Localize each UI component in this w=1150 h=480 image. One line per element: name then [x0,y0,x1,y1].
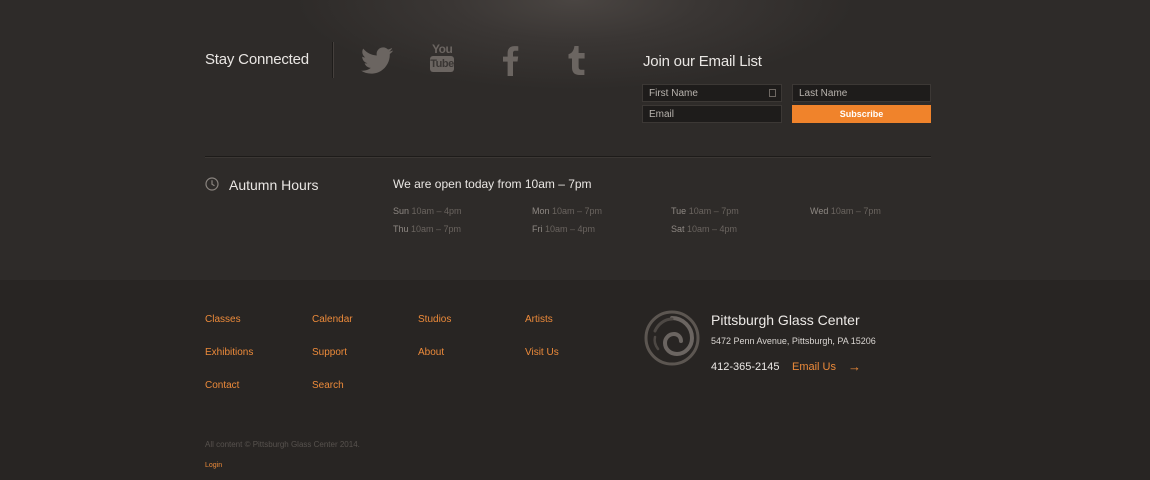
arrow-right-icon[interactable]: → [848,360,861,373]
time-range: 10am – 4pm [545,224,596,234]
pittsburgh-glass-center-logo-icon [644,310,700,366]
hours-item: Fri 10am – 4pm [532,224,595,234]
hours-item: Tue 10am – 7pm [671,206,739,216]
login-link[interactable]: Login [205,462,222,469]
time-range: 10am – 7pm [830,206,881,216]
footer-link-artists[interactable]: Artists [525,314,553,325]
first-name-placeholder: First Name [649,88,698,99]
day-label: Fri [532,224,543,234]
youtube-icon-text-top: You [432,42,453,56]
day-label: Sun [393,206,410,216]
copyright-text: All content © Pittsburgh Glass Center 20… [205,440,360,449]
time-range: 10am – 7pm [552,206,603,216]
hours-item: Sun 10am – 4pm [393,206,462,216]
section-divider [205,156,931,157]
footer-link-calendar[interactable]: Calendar [312,314,353,325]
footer-section [0,280,1150,480]
first-name-input[interactable]: First Name [642,84,782,102]
time-range: 10am – 7pm [688,206,739,216]
day-label: Wed [810,206,829,216]
time-range: 10am – 4pm [411,206,462,216]
facebook-icon[interactable] [493,42,529,78]
twitter-icon[interactable] [359,42,395,78]
time-range: 10am – 4pm [687,224,738,234]
contact-card-icon [769,89,776,97]
footer-link-exhibitions[interactable]: Exhibitions [205,347,253,358]
clock-icon [205,177,219,191]
email-us-link[interactable]: Email Us [792,361,836,373]
org-phone[interactable]: 412-365-2145 [711,361,780,373]
footer-link-classes[interactable]: Classes [205,314,241,325]
email-list-heading: Join our Email List [643,53,762,70]
hours-item: Wed 10am – 7pm [810,206,881,216]
org-address: 5472 Penn Avenue, Pittsburgh, PA 15206 [711,336,876,346]
stay-connected-heading: Stay Connected [205,51,309,68]
subscribe-button[interactable]: Subscribe [792,105,931,123]
hours-item: Thu 10am – 7pm [393,224,461,234]
footer-link-contact[interactable]: Contact [205,380,239,391]
hours-item: Mon 10am – 7pm [532,206,602,216]
youtube-icon-text-bottom: Tube [430,56,454,72]
last-name-input[interactable]: Last Name [792,84,931,102]
email-input[interactable]: Email [642,105,782,123]
footer-link-visit-us[interactable]: Visit Us [525,347,559,358]
open-today-text: We are open today from 10am – 7pm [393,177,592,191]
divider [332,42,333,78]
email-placeholder: Email [649,109,675,120]
footer-link-search[interactable]: Search [312,380,344,391]
footer-link-studios[interactable]: Studios [418,314,451,325]
hours-item: Sat 10am – 4pm [671,224,737,234]
tumblr-icon[interactable] [558,42,594,78]
time-range: 10am – 7pm [411,224,462,234]
footer-link-support[interactable]: Support [312,347,347,358]
last-name-placeholder: Last Name [799,88,848,99]
day-label: Mon [532,206,550,216]
day-label: Tue [671,206,687,216]
footer-link-about[interactable]: About [418,347,444,358]
day-label: Sat [671,224,685,234]
org-name: Pittsburgh Glass Center [711,312,860,328]
day-label: Thu [393,224,409,234]
youtube-icon[interactable]: You Tube [426,42,462,78]
hours-heading: Autumn Hours [229,177,319,193]
